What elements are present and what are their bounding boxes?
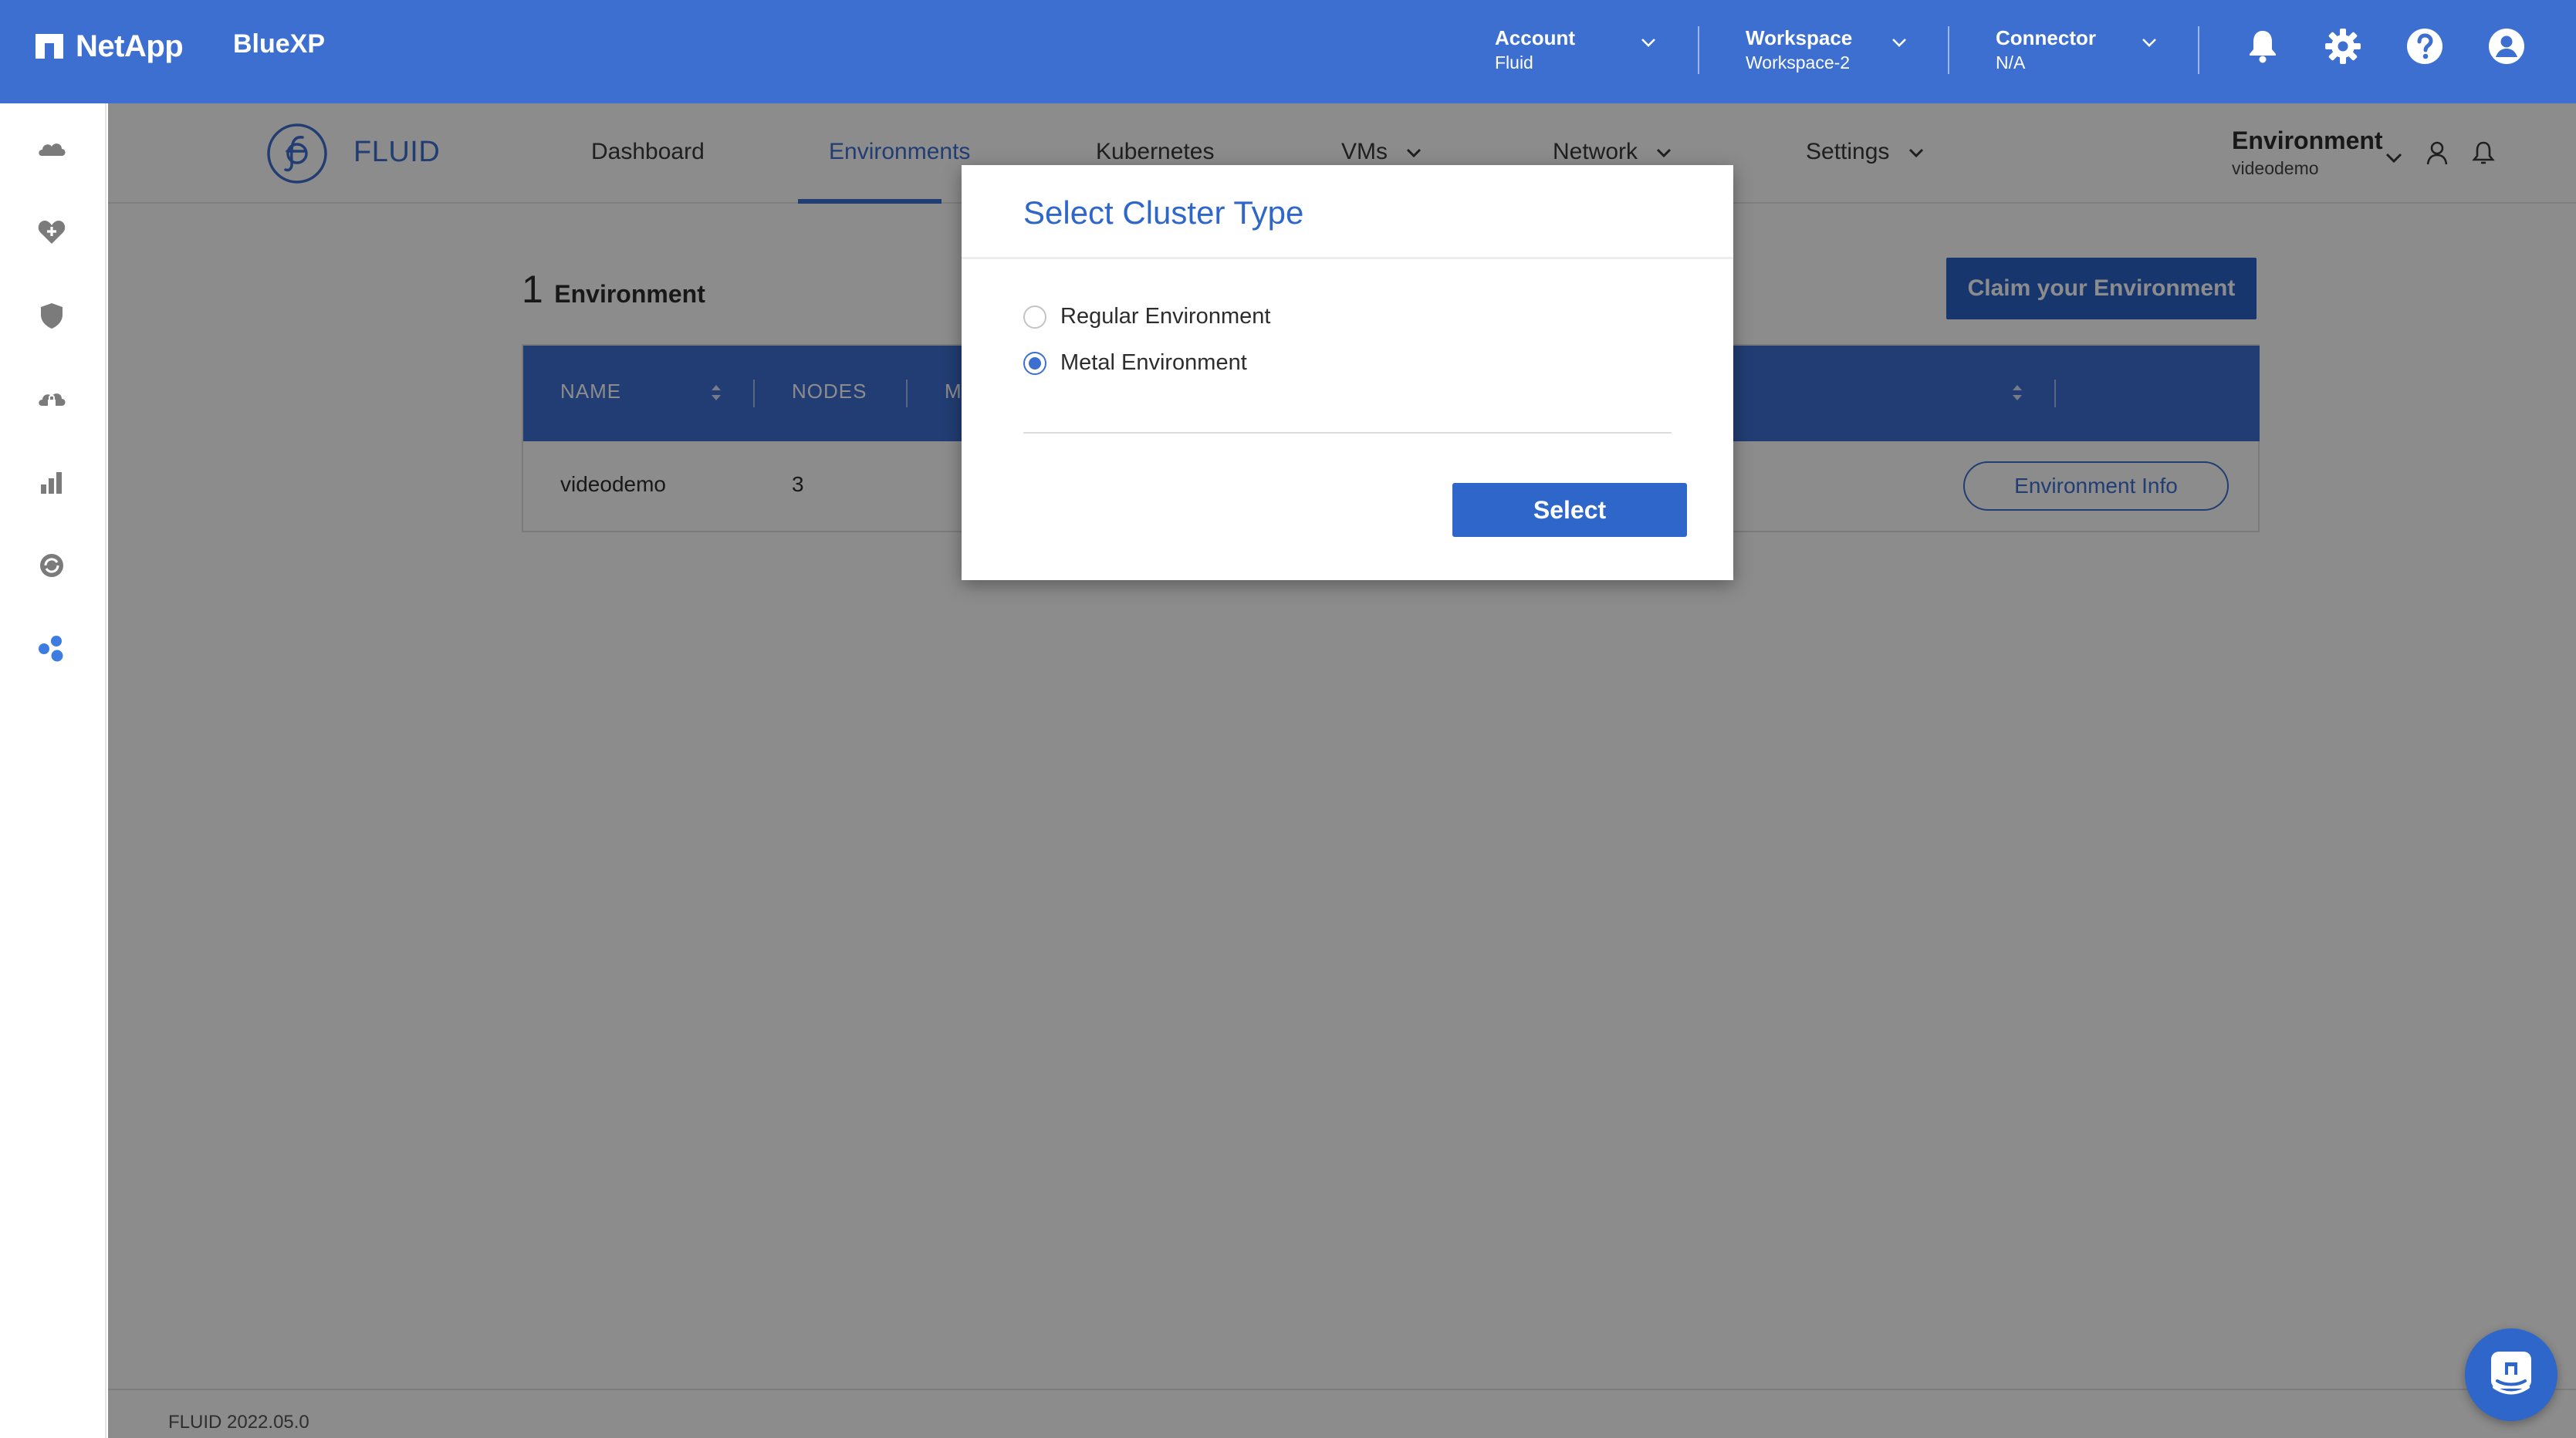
health-icon[interactable]	[35, 216, 68, 248]
option-metal-environment[interactable]: Metal Environment	[1023, 350, 1247, 376]
brand-name: NetApp	[76, 29, 184, 63]
chat-support-button[interactable]	[2465, 1328, 2557, 1421]
connector-value: N/A	[1996, 52, 2026, 73]
product-name: BlueXP	[233, 29, 326, 59]
dialog-divider	[1023, 432, 1672, 434]
user-icon[interactable]	[2486, 26, 2527, 66]
left-nav-rail	[0, 103, 106, 1438]
radio-button[interactable]	[1023, 305, 1046, 329]
workspace-value: Workspace-2	[1746, 52, 1851, 73]
chevron-down-icon	[1641, 39, 1655, 47]
dialog-title: Select Cluster Type	[1023, 194, 1304, 231]
radio-button-checked[interactable]	[1023, 351, 1046, 375]
chevron-down-icon	[2142, 39, 2156, 47]
select-cluster-type-dialog: Select Cluster Type Regular Environment …	[962, 165, 1733, 580]
sync-icon[interactable]	[35, 549, 68, 582]
cloud-lock-icon[interactable]	[35, 383, 68, 415]
connector-selector[interactable]: Connector N/A	[1996, 25, 2156, 80]
bar-chart-icon[interactable]	[35, 466, 68, 498]
cloud-icon[interactable]	[35, 133, 68, 165]
option-label: Metal Environment	[1060, 350, 1247, 375]
help-icon[interactable]	[2405, 26, 2445, 66]
chevron-down-icon	[1892, 39, 1906, 47]
gear-icon[interactable]	[2323, 26, 2363, 66]
netapp-logo-icon	[35, 34, 63, 59]
bell-icon[interactable]	[2243, 26, 2283, 66]
option-regular-environment[interactable]: Regular Environment	[1023, 304, 1270, 329]
select-button[interactable]: Select	[1452, 483, 1687, 537]
divider	[1948, 26, 1949, 74]
chat-icon	[2491, 1352, 2531, 1395]
account-value: Fluid	[1495, 52, 1533, 73]
apps-icon[interactable]	[35, 633, 68, 665]
divider	[2198, 26, 2199, 74]
option-label: Regular Environment	[1060, 304, 1271, 329]
shield-icon[interactable]	[35, 299, 68, 332]
workspace-selector[interactable]: Workspace Workspace-2	[1746, 25, 1906, 80]
top-bar: NetApp BlueXP Account Fluid Workspace Wo…	[0, 0, 2576, 103]
netapp-brand[interactable]: NetApp	[34, 26, 184, 66]
dialog-header: Select Cluster Type	[962, 165, 1733, 259]
workspace-label: Workspace	[1746, 26, 1853, 49]
connector-label: Connector	[1996, 26, 2096, 49]
account-selector[interactable]: Account Fluid	[1495, 25, 1655, 80]
divider	[1698, 26, 1699, 74]
account-label: Account	[1495, 26, 1575, 49]
